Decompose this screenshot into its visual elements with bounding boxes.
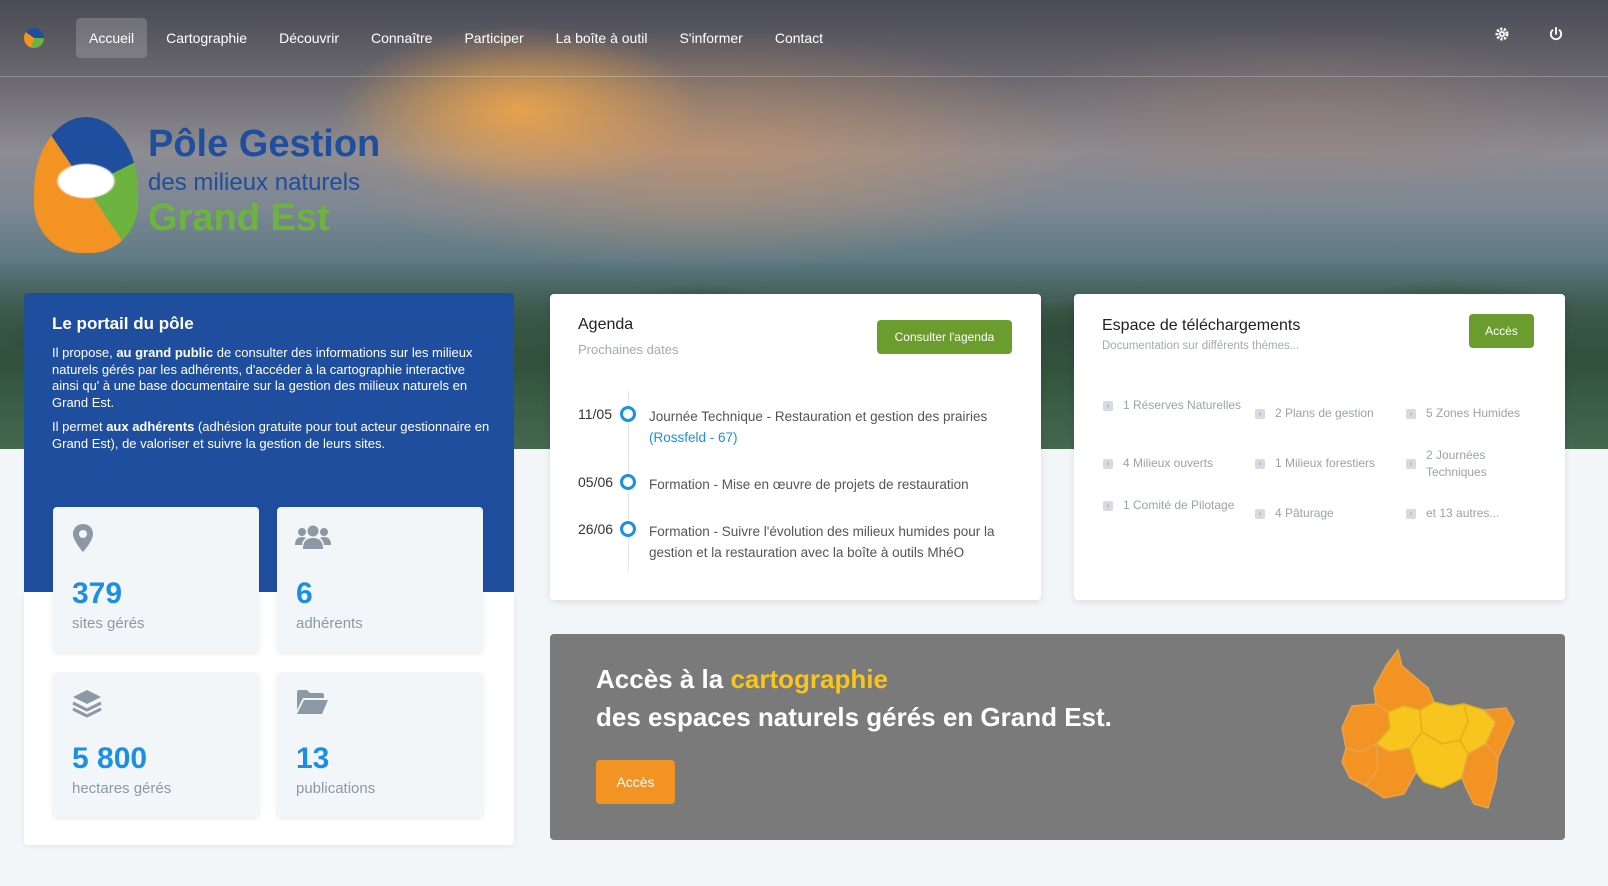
event-text: Formation - Suivre l'évolution des milie… — [649, 524, 995, 560]
stat-label: sites gérés — [72, 615, 145, 632]
stat-label: hectares gérés — [72, 780, 172, 797]
agenda-subtitle: Prochaines dates — [578, 342, 679, 357]
event-text: Formation - Mise en œuvre de projets de … — [649, 477, 969, 492]
chevron-right-icon: › — [1406, 459, 1416, 469]
nav-item-decouvrir[interactable]: Découvrir — [266, 18, 352, 58]
nav-right-icons — [1492, 26, 1566, 46]
event-location[interactable]: (Rossfeld - 67) — [649, 430, 738, 445]
grand-est-map-icon — [1341, 648, 1515, 809]
nav-item-participer[interactable]: Participer — [451, 18, 536, 58]
portal-description: Le portail du pôle Il propose, au grand … — [52, 314, 490, 460]
banner-highlight: cartographie — [730, 664, 888, 694]
stat-value: 6 — [296, 577, 313, 610]
site-logo-mini[interactable] — [24, 28, 44, 48]
chevron-right-icon: › — [1255, 408, 1265, 419]
stat-value: 13 — [296, 742, 330, 775]
stat-label: publications — [296, 780, 376, 797]
timeline-dot-icon — [620, 521, 636, 537]
nav-item-connaitre[interactable]: Connaître — [358, 18, 445, 58]
download-category-link[interactable]: › 5 Zones Humides — [1406, 405, 1546, 422]
download-category-link[interactable]: › 2 Plans de gestion — [1255, 405, 1395, 422]
nav-item-accueil[interactable]: Accueil — [76, 18, 148, 58]
event-text: Journée Technique - Restauration et gest… — [649, 409, 988, 445]
stat-value: 5 800 — [72, 742, 148, 775]
top-navbar: Accueil Cartographie Découvrir Connaître… — [0, 0, 1608, 77]
stat-value: 379 — [72, 577, 123, 610]
download-category-link[interactable]: › et 13 autres... — [1406, 505, 1546, 522]
stat-card-hectares[interactable]: 5 800 hectares gérés — [53, 672, 259, 817]
brand-line-2: des milieux naturels — [148, 169, 361, 196]
chevron-right-icon: › — [1406, 508, 1416, 519]
chevron-right-icon: › — [1103, 400, 1113, 411]
nav-item-cartographie[interactable]: Cartographie — [153, 18, 260, 58]
portal-title: Le portail du pôle — [52, 314, 194, 333]
chevron-right-icon: › — [1255, 458, 1265, 469]
nav-item-boite-a-outil[interactable]: La boîte à outil — [543, 18, 661, 58]
downloads-card: Espace de téléchargements Documentation … — [1074, 294, 1565, 600]
timeline-dot-icon — [620, 406, 636, 422]
chevron-right-icon: › — [1406, 408, 1416, 419]
consulter-agenda-button[interactable]: Consulter l'agenda — [877, 320, 1012, 354]
users-icon — [295, 523, 331, 553]
agenda-title: Agenda — [578, 316, 634, 333]
drop-logo-icon — [34, 117, 138, 253]
stat-card-sites[interactable]: 379 sites gérés — [53, 507, 259, 652]
chevron-right-icon: › — [1103, 500, 1113, 511]
chevron-right-icon: › — [1255, 508, 1265, 519]
download-category-link[interactable]: › 1 Milieux forestiers — [1255, 455, 1395, 472]
stat-label: adhérents — [296, 615, 363, 632]
portal-paragraph-1: Il propose, au grand public de consulter… — [52, 345, 473, 410]
download-category-link[interactable]: › 4 Pâturage — [1255, 505, 1395, 522]
layers-icon — [71, 688, 107, 718]
nav-item-sinformer[interactable]: S'informer — [666, 18, 755, 58]
banner-line-2: des espaces naturels gérés en Grand Est. — [596, 702, 1112, 732]
event-date: 26/06 — [578, 521, 614, 537]
downloads-access-button[interactable]: Accès — [1469, 314, 1534, 348]
downloads-title: Espace de téléchargements — [1102, 317, 1301, 334]
brand-logo: Pôle Gestion des milieux naturels Grand … — [34, 117, 414, 253]
portal-paragraph-2: Il permet aux adhérents (adhésion gratui… — [52, 419, 490, 451]
cartographie-banner: Accès à la cartographie des espaces natu… — [550, 634, 1565, 840]
gear-icon[interactable] — [1492, 26, 1512, 46]
agenda-card: Agenda Prochaines dates Consulter l'agen… — [550, 294, 1041, 600]
stat-card-publications[interactable]: 13 publications — [277, 672, 483, 817]
nav-item-contact[interactable]: Contact — [762, 18, 836, 58]
map-marker-icon — [71, 523, 107, 553]
download-category-link[interactable]: › 1 Comité de Pilotage — [1103, 497, 1243, 514]
timeline-dot-icon — [620, 474, 636, 490]
download-category-link[interactable]: › 4 Milieux ouverts — [1103, 455, 1243, 472]
folder-open-icon — [295, 688, 331, 718]
downloads-subtitle: Documentation sur différents thèmes... — [1102, 340, 1300, 352]
brand-line-1: Pôle Gestion — [148, 123, 381, 165]
brand-line-3: Grand Est — [148, 197, 330, 239]
power-icon[interactable] — [1546, 26, 1566, 46]
cartographie-access-button[interactable]: Accès — [596, 760, 675, 804]
main-menu: Accueil Cartographie Découvrir Connaître… — [76, 18, 842, 58]
event-date: 11/05 — [578, 406, 612, 422]
stat-card-adherents[interactable]: 6 adhérents — [277, 507, 483, 652]
chevron-right-icon: › — [1103, 458, 1113, 469]
download-category-link[interactable]: › 1 Réserves Naturelles — [1103, 397, 1243, 414]
banner-line-1: Accès à la cartographie — [596, 664, 888, 694]
download-category-link[interactable]: › 2 Journées Techniques — [1406, 447, 1546, 481]
event-date: 05/06 — [578, 474, 614, 490]
